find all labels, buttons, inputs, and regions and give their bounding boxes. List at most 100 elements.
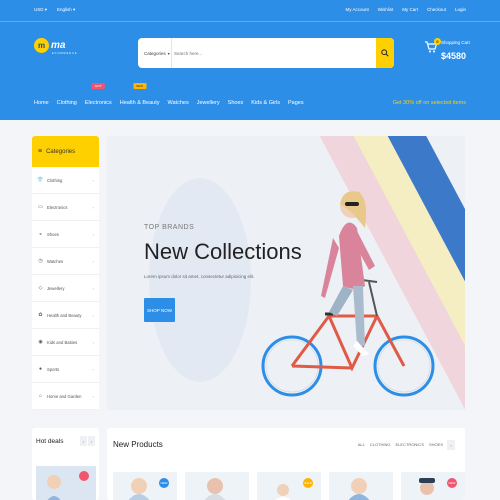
hot-deals-prev-button[interactable]: ‹ [80,436,87,446]
nav-jewellery[interactable]: Jewellery [197,96,220,110]
chevron-right-icon: › [92,285,94,291]
nav-pages[interactable]: Pages [288,96,304,110]
search-input[interactable] [174,44,364,62]
hot-deal-product-image[interactable] [36,466,96,500]
category-label: Sports [47,366,60,372]
product-image [47,471,89,500]
categories-header[interactable]: ≡ Categories [32,136,99,167]
nav-electronics[interactable]: HOT Electronics [85,83,112,110]
chevron-right-icon: › [92,204,94,210]
chevron-right-icon: › [450,442,452,448]
category-label: Jewellery [47,285,65,291]
category-item[interactable]: ✿ Health and Beauty › [32,302,99,329]
hero-image-woman-bicycle [261,191,435,397]
category-sidebar: ≡ Categories 👕 Clothing › ▭ Electronics › ◒ Sho… [32,136,99,410]
checkout-link[interactable]: Checkout [427,7,446,12]
jewel-icon: ◇ [38,285,43,291]
chevron-down-icon: ▾ [167,51,170,56]
shop-now-button[interactable]: SHOP NOW [144,298,175,322]
filter-tab-all[interactable]: ALL [358,442,365,447]
main-nav: Home Clothing HOT Electronics NEW Health… [34,83,304,110]
new-flag: NEW [447,478,457,488]
category-label: Kids and Babies [47,339,78,345]
laptop-icon: ▭ [38,204,43,210]
hot-tag: HOT [92,83,105,89]
product-card[interactable]: SALE [257,472,321,500]
logo-mark: m [34,38,49,53]
wishlist-link[interactable]: Wishlist [378,7,394,12]
site-header: USD ▾ English ▾ My Account Wishlist My C… [0,0,500,120]
nav-watches[interactable]: Watches [168,96,189,110]
watch-icon: ◷ [38,258,43,264]
cart-amount: $4580 [441,51,467,61]
nav-health-beauty[interactable]: NEW Health & Beauty [120,83,160,110]
new-tag: NEW [133,83,147,89]
currency-selector[interactable]: USD ▾ [34,7,47,13]
shirt-icon: 👕 [37,177,44,183]
language-selector[interactable]: English ▾ [57,7,75,13]
category-item[interactable]: ◷ Watches › [32,248,99,275]
chevron-right-icon: › [92,231,94,237]
category-label: Health and Beauty [47,312,82,318]
hot-deals-next-button[interactable]: › [88,436,95,446]
shopping-cart[interactable]: 0 Shopping Cart $4580 [424,38,474,66]
nav-kids-girls[interactable]: Kids & Girls [251,96,280,110]
hero-title: New Collections [144,239,302,264]
product-card[interactable]: NEW [401,472,465,500]
filter-tab-shoes[interactable]: SHOES [429,442,443,447]
new-products-title: New Products [113,440,163,449]
category-label: Electronics [47,204,68,210]
product-card[interactable] [185,472,249,500]
ball-icon: ● [38,366,43,372]
filter-tab-clothing[interactable]: CLOTHING [370,442,391,447]
nav-home[interactable]: Home [34,96,49,110]
hot-deals-title: Hot deals [36,438,64,445]
new-products-panel: New Products ALL CLOTHING ELECTRONICS SH… [107,428,465,500]
new-products-next-button[interactable]: › [447,440,455,450]
menu-icon: ≡ [38,148,43,155]
hero-subtitle: Lorem ipsum dolor sit amet, consectetur … [144,274,255,279]
hero-banner: TOP BRANDS New Collections Lorem ipsum d… [107,136,465,410]
category-item[interactable]: 👕 Clothing › [32,167,99,194]
category-item[interactable]: ⌂ Home and Garden › [32,383,99,410]
product-image [204,478,226,500]
category-item[interactable]: ▭ Electronics › [32,194,99,221]
shoe-icon: ◒ [38,231,43,237]
cart-count-badge: 0 [434,38,441,45]
filter-tab-electronics[interactable]: ELECTRONICS [396,442,424,447]
hero-brand-label: TOP BRANDS [144,224,195,231]
category-label: Shoes [47,231,59,237]
search-button[interactable] [376,38,394,68]
beauty-icon: ✿ [38,312,43,318]
chevron-right-icon: › [92,339,94,345]
chevron-right-icon: › [92,258,94,264]
categories-title: Categories [46,148,76,155]
nav-clothing[interactable]: Clothing [57,96,77,110]
category-item[interactable]: ◒ Shoes › [32,221,99,248]
search-category-select[interactable]: Categories ▾ [138,38,172,68]
chevron-right-icon: › [92,366,94,372]
category-item[interactable]: ◉ Kids and Babies › [32,329,99,356]
category-label: Home and Garden [47,393,82,399]
chevron-right-icon: › [92,393,94,399]
category-item[interactable]: ◇ Jewellery › [32,275,99,302]
chevron-left-icon: ‹ [82,438,85,444]
search-icon [381,49,389,57]
promo-text[interactable]: Get 30% off on selected items [393,100,466,106]
product-image [348,478,370,500]
category-label: Watches [47,258,64,264]
product-card[interactable]: NEW [113,472,177,500]
nav-shoes[interactable]: Shoes [228,96,244,110]
login-link[interactable]: Login [455,7,466,12]
my-account-link[interactable]: My Account [345,7,368,12]
search-bar: Categories ▾ [138,38,394,68]
new-flag: NEW [159,478,169,488]
product-card[interactable] [329,472,393,500]
site-logo[interactable]: m ma ECOMMERCE [34,38,77,55]
my-cart-link[interactable]: My Cart [402,7,418,12]
chevron-right-icon: › [92,312,94,318]
home-icon: ⌂ [38,393,43,399]
logo-text: ma [51,40,66,51]
category-item[interactable]: ● Sports › [32,356,99,383]
chevron-right-icon: › [92,177,94,183]
